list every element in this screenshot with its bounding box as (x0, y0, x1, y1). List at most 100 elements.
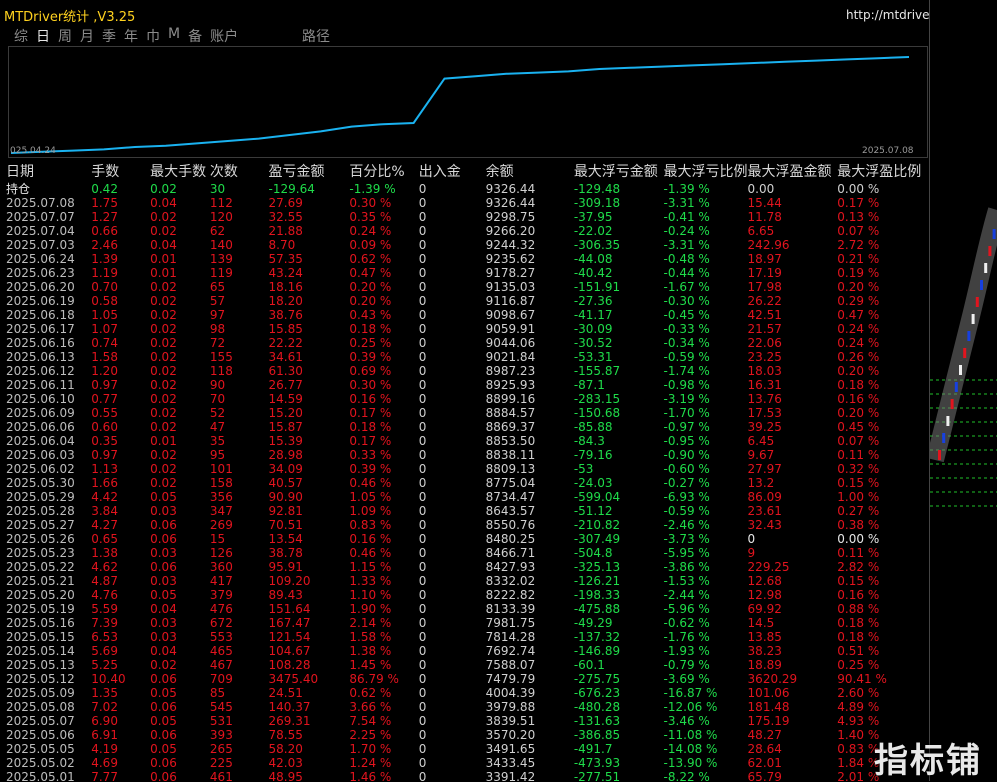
cell-7: 8869.37 (485, 420, 536, 434)
cell-2: 0.02 (150, 336, 177, 350)
cell-10: 3620.29 (747, 672, 798, 686)
tab-path[interactable]: 路径 (302, 26, 330, 46)
cell-9: -0.44 % (663, 266, 710, 280)
cell-10: 42.51 (747, 308, 782, 322)
cell-3: 347 (209, 504, 233, 518)
tab-8[interactable]: 备 (188, 26, 202, 46)
cell-5: 0.33 % (349, 448, 392, 462)
cell-7: 9044.06 (485, 336, 536, 350)
col-header-4: 盈亏金额 (268, 164, 325, 180)
cell-8: -24.03 (573, 476, 613, 490)
cell-6: 0 (418, 546, 427, 560)
cell-5: 1.15 % (349, 560, 392, 574)
cell-1: 6.91 (91, 728, 118, 742)
website-link[interactable]: http://mtdriver.cn (846, 8, 929, 22)
tab-2[interactable]: 周 (58, 26, 72, 46)
tab-1[interactable]: 日 (36, 26, 50, 46)
cell-8: -85.88 (573, 420, 613, 434)
cell-3: 126 (209, 546, 233, 560)
cell-8: -599.04 (573, 490, 621, 504)
cell-9: -2.44 % (663, 588, 710, 602)
cell-11: 0.11 % (837, 448, 880, 462)
cell-8: -275.75 (573, 672, 621, 686)
cell-10: 22.06 (747, 336, 782, 350)
cell-2: 0.02 (150, 420, 177, 434)
table-row: 2025.06.24 1.39 0.01 139 57.35 0.62 % 0 9235.62… (0, 252, 929, 266)
cell-1: 0.65 (91, 532, 118, 546)
cell-8: -386.85 (573, 728, 621, 742)
cell-10: 181.48 (747, 700, 790, 714)
table-row: 2025.05.22 4.62 0.06 360 95.91 1.15 % 0 8427.93… (0, 560, 929, 574)
cell-8: -151.91 (573, 280, 621, 294)
cell-5: 1.38 % (349, 644, 392, 658)
cell-2: 0.02 (150, 378, 177, 392)
cell-4: 43.24 (268, 266, 303, 280)
col-header-10: 最大浮盈金额 (747, 164, 832, 180)
cell-7: 8899.16 (485, 392, 536, 406)
cell-9: -3.19 % (663, 392, 710, 406)
cell-4: 28.98 (268, 448, 303, 462)
cell-7: 8643.57 (485, 504, 536, 518)
cell-1: 1.75 (91, 196, 118, 210)
cell-6: 0 (418, 350, 427, 364)
cell-5: 86.79 % (349, 672, 399, 686)
cell-5: 0.09 % (349, 238, 392, 252)
cell-9: -0.48 % (663, 252, 710, 266)
candle (954, 382, 958, 392)
cell-3: 356 (209, 490, 233, 504)
tab-9[interactable]: 账户 (210, 26, 238, 46)
cell-8: -198.33 (573, 588, 621, 602)
cell-2: 0.03 (150, 574, 177, 588)
cell-0: 2025.07.04 (6, 224, 75, 238)
tab-4[interactable]: 季 (102, 26, 116, 46)
tab-0[interactable]: 综 (14, 26, 28, 46)
cell-6: 0 (418, 574, 427, 588)
cell-0: 2025.05.15 (6, 630, 75, 644)
table-row: 2025.05.02 4.69 0.06 225 42.03 1.24 % 0 3433.45… (0, 756, 929, 770)
holding-row: 持仓 0.42 0.02 30 -129.64 -1.39 % 0 9326.44 -129.4… (0, 181, 929, 196)
watermark-logo: 指标铺 (874, 741, 982, 781)
cell-6: 0 (418, 504, 427, 518)
cell-11: 0.25 % (837, 658, 880, 672)
cell-4: 18.16 (268, 280, 303, 294)
cell-2: 0.02 (150, 322, 177, 336)
tab-7[interactable]: M (168, 26, 180, 46)
cell-3: 98 (209, 322, 226, 336)
cell-10: 38.23 (747, 644, 782, 658)
cell-9: -1.67 % (663, 280, 710, 294)
cell-6: 0 (418, 476, 427, 490)
cell-8: -40.42 (573, 266, 613, 280)
cell-7: 7981.75 (485, 616, 536, 630)
cell-11: 4.89 % (837, 700, 880, 714)
tab-6[interactable]: 巾 (146, 26, 160, 46)
cell-8: -475.88 (573, 602, 621, 616)
cell-7: 3491.65 (485, 742, 536, 756)
cell-11: 0.17 % (837, 196, 880, 210)
cell-11: 2.82 % (837, 560, 880, 574)
cell-11: 2.60 % (837, 686, 880, 700)
cell-7: 8809.13 (485, 462, 536, 476)
cell-10: 12.98 (747, 588, 782, 602)
cell-8: -126.21 (573, 574, 621, 588)
cell-1: 4.87 (91, 574, 118, 588)
table-row: 2025.05.14 5.69 0.04 465 104.67 1.38 % 0 7692.7… (0, 644, 929, 658)
cell-2: 0.06 (150, 672, 177, 686)
cell-8: -37.95 (573, 210, 613, 224)
cell-0: 2025.06.17 (6, 322, 75, 336)
cell-9: -13.90 % (663, 756, 718, 770)
cell-6: 0 (418, 448, 427, 462)
cell-9: -11.08 % (663, 728, 718, 742)
tab-3[interactable]: 月 (80, 26, 94, 46)
cell-11: 0.18 % (837, 378, 880, 392)
cell-11: 0.51 % (837, 644, 880, 658)
cell-10: 13.76 (747, 392, 782, 406)
cell-0: 2025.05.14 (6, 644, 75, 658)
tab-5[interactable]: 年 (124, 26, 138, 46)
cell-6: 0 (418, 196, 427, 210)
cell-10: 27.97 (747, 462, 782, 476)
cell-8: -150.68 (573, 406, 621, 420)
cell-4: 15.85 (268, 322, 303, 336)
cell-7: 8987.23 (485, 364, 536, 378)
cell-2: 0.02 (150, 308, 177, 322)
statistics-panel: MTDriver统计 ,V3.25 http://mtdriver.cn 综日周… (0, 0, 930, 781)
